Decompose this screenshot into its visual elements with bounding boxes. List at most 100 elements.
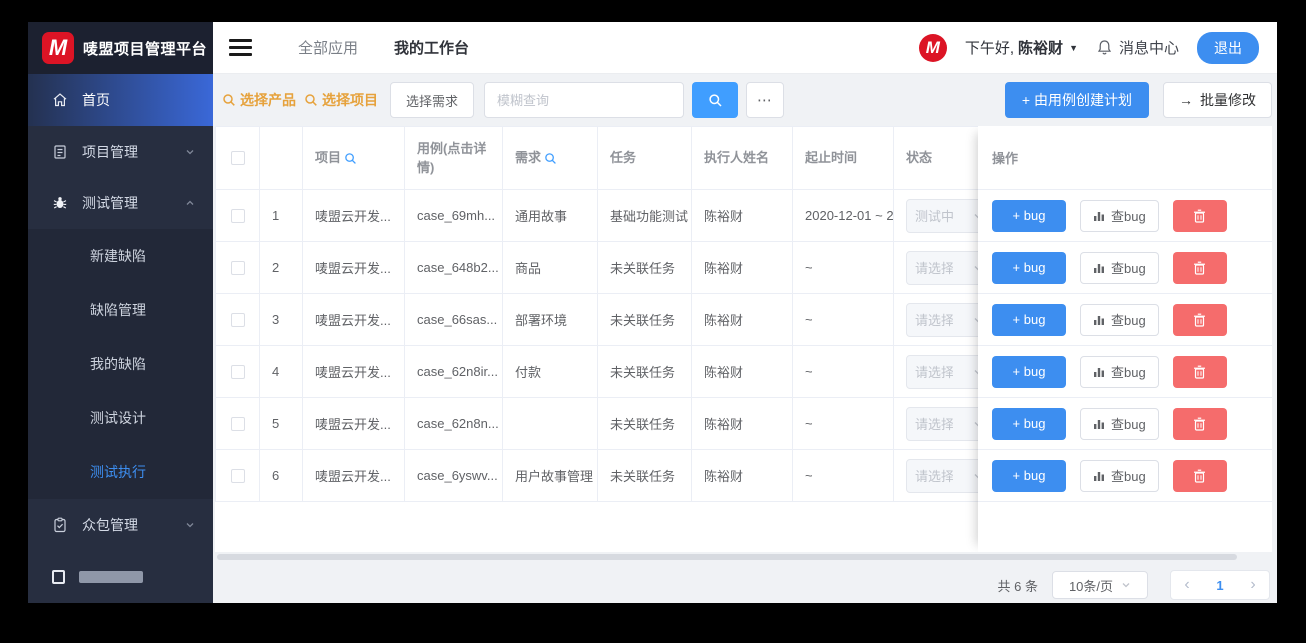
- add-bug-button[interactable]: + bug: [992, 355, 1066, 388]
- view-bug-button[interactable]: 查bug: [1080, 459, 1159, 492]
- project-cell: 唛盟云开发...: [303, 190, 405, 241]
- page-size-select[interactable]: 10条/页: [1052, 571, 1148, 599]
- executor-column-header: 执行人姓名: [692, 127, 793, 189]
- requirement-column-header: 需求: [503, 127, 598, 189]
- sidebar-subitem-my-defects[interactable]: 我的缺陷: [28, 337, 213, 391]
- case-cell[interactable]: case_648b2...: [405, 242, 503, 293]
- bell-icon: [1097, 40, 1112, 55]
- sidebar-subitem-test-execution[interactable]: 测试执行: [28, 445, 213, 499]
- create-plan-from-case-button[interactable]: + 由用例创建计划: [1004, 82, 1149, 118]
- delete-button[interactable]: [1172, 303, 1227, 336]
- prev-page-button[interactable]: ‹: [1184, 576, 1189, 594]
- operations-row: + bug 查bug: [978, 450, 1272, 502]
- add-bug-button[interactable]: + bug: [992, 251, 1066, 284]
- brand-title: 唛盟项目管理平台: [83, 40, 208, 58]
- horizontal-scrollbar[interactable]: [217, 554, 1237, 560]
- operations-row: + bug 查bug: [978, 294, 1272, 346]
- row-checkbox[interactable]: [230, 208, 245, 223]
- chevron-up-icon: [185, 195, 195, 211]
- view-bug-button[interactable]: 查bug: [1080, 199, 1159, 232]
- add-bug-button[interactable]: + bug: [992, 303, 1066, 336]
- trash-icon: [1194, 365, 1206, 379]
- project-cell: 唛盟云开发...: [303, 450, 405, 501]
- add-bug-button[interactable]: + bug: [992, 199, 1066, 232]
- chevron-down-icon: [185, 144, 195, 160]
- nav-my-workbench[interactable]: 我的工作台: [394, 37, 469, 58]
- sidebar-item-crowdsourcing[interactable]: 众包管理: [28, 499, 213, 551]
- add-bug-button[interactable]: + bug: [992, 407, 1066, 440]
- trash-icon: [1194, 313, 1206, 327]
- more-filters-button[interactable]: ⋯: [746, 82, 785, 118]
- view-bug-button[interactable]: 查bug: [1080, 355, 1159, 388]
- sidebar-subitem-test-design[interactable]: 测试设计: [28, 391, 213, 445]
- pagination-bar: 共 6 条 10条/页 ‹ 1 ›: [215, 570, 1272, 600]
- brand-logo-icon: M: [42, 32, 74, 64]
- case-cell[interactable]: case_62n8ir...: [405, 346, 503, 397]
- case-column-header: 用例(点击详情): [405, 127, 503, 189]
- message-center-label: 消息中心: [1118, 40, 1179, 57]
- view-bug-button[interactable]: 查bug: [1080, 303, 1159, 336]
- delete-button[interactable]: [1172, 459, 1227, 492]
- nav-all-apps[interactable]: 全部应用: [298, 37, 358, 58]
- brand-header: M 唛盟项目管理平台: [28, 22, 213, 74]
- row-checkbox[interactable]: [230, 468, 245, 483]
- user-avatar[interactable]: M: [918, 33, 947, 62]
- delete-button[interactable]: [1172, 199, 1227, 232]
- batch-edit-button[interactable]: → 批量修改: [1163, 82, 1272, 118]
- select-product-link[interactable]: 选择产品: [222, 90, 296, 110]
- case-cell[interactable]: case_66sas...: [405, 294, 503, 345]
- case-cell[interactable]: case_6yswv...: [405, 450, 503, 501]
- view-bug-button[interactable]: 查bug: [1080, 251, 1159, 284]
- sidebar-item-project-mgmt[interactable]: 项目管理: [28, 126, 213, 178]
- bug-icon: [53, 197, 67, 209]
- test-plan-table: 项目 用例(点击详情) 需求 任务 执行人姓名 起止时间 状态 1 唛盟云开发.…: [215, 126, 1272, 552]
- arrow-right-icon: →: [1179, 92, 1193, 108]
- current-page-button[interactable]: 1: [1216, 578, 1223, 593]
- bar-chart-icon: [1094, 263, 1104, 273]
- search-icon[interactable]: [544, 152, 557, 165]
- sidebar-item-home[interactable]: 首页: [28, 74, 213, 126]
- sidebar-subitem-new-defect[interactable]: 新建缺陷: [28, 229, 213, 283]
- search-button[interactable]: [692, 82, 739, 118]
- add-bug-button[interactable]: + bug: [992, 459, 1066, 492]
- next-page-button[interactable]: ›: [1250, 576, 1255, 594]
- document-icon: [54, 145, 66, 159]
- sidebar-item-test-mgmt[interactable]: 测试管理: [28, 178, 213, 230]
- trash-icon: [1194, 417, 1206, 431]
- user-menu[interactable]: 下午好, 陈裕财 ▼: [965, 37, 1078, 58]
- view-bug-button[interactable]: 查bug: [1080, 407, 1159, 440]
- message-center[interactable]: 消息中心: [1096, 37, 1179, 58]
- case-cell[interactable]: case_62n8n...: [405, 398, 503, 449]
- chevron-down-icon: [1121, 580, 1131, 590]
- project-column-header: 项目: [303, 127, 405, 189]
- hamburger-menu-icon[interactable]: [227, 35, 254, 60]
- logout-button[interactable]: 退出: [1197, 31, 1259, 64]
- bar-chart-icon: [1094, 419, 1104, 429]
- username: 陈裕财: [1018, 40, 1064, 57]
- sidebar-item-clipped[interactable]: [28, 551, 213, 603]
- search-icon: [708, 93, 722, 107]
- row-checkbox[interactable]: [230, 416, 245, 431]
- search-icon: [223, 94, 235, 106]
- case-cell[interactable]: case_69mh...: [405, 190, 503, 241]
- greeting-text: 下午好,: [964, 40, 1015, 57]
- fuzzy-search-input[interactable]: [484, 82, 685, 118]
- delete-button[interactable]: [1172, 407, 1227, 440]
- row-checkbox[interactable]: [230, 312, 245, 327]
- row-checkbox[interactable]: [230, 364, 245, 379]
- project-cell: 唛盟云开发...: [303, 294, 405, 345]
- select-all-checkbox[interactable]: [230, 151, 245, 165]
- bar-chart-icon: [1094, 367, 1104, 377]
- search-icon[interactable]: [344, 152, 357, 165]
- test-mgmt-submenu: 新建缺陷 缺陷管理 我的缺陷 测试设计 测试执行: [28, 229, 213, 500]
- delete-button[interactable]: [1172, 355, 1227, 388]
- select-requirement-button[interactable]: 选择需求: [390, 82, 475, 118]
- top-nav: 全部应用 我的工作台: [298, 37, 469, 58]
- sidebar-item-label: 众包管理: [82, 517, 138, 534]
- trash-icon: [1194, 469, 1206, 483]
- row-checkbox[interactable]: [230, 260, 245, 275]
- sidebar-subitem-defect-mgmt[interactable]: 缺陷管理: [28, 283, 213, 337]
- select-project-link[interactable]: 选择项目: [304, 90, 378, 110]
- delete-button[interactable]: [1172, 251, 1227, 284]
- sidebar-item-label: 测试管理: [82, 195, 138, 212]
